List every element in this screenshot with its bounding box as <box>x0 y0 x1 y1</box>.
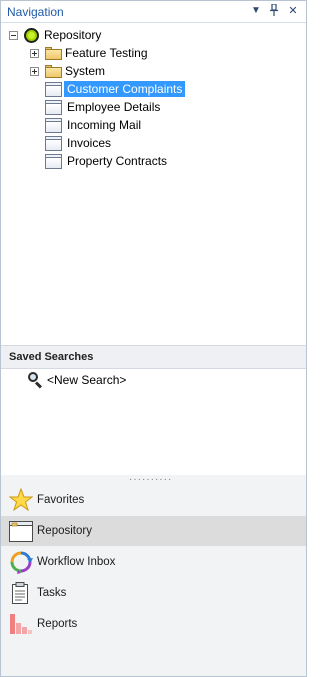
document-class-icon <box>45 153 62 169</box>
search-icon <box>27 372 43 389</box>
pin-icon-glyph <box>270 3 278 16</box>
tree-node-invoices[interactable]: Invoices <box>45 134 114 152</box>
document-class-icon <box>45 99 62 115</box>
close-icon[interactable]: ✕ <box>286 4 300 18</box>
pane-splitter[interactable]: ·········· <box>1 475 306 485</box>
repository-window-icon <box>9 519 33 543</box>
tree-node-label: System <box>65 64 106 78</box>
repository-icon <box>24 27 39 43</box>
navigation-panel: Navigation ▼ ✕ Repository Feature Testin… <box>0 0 307 677</box>
tree-node-label: Feature Testing <box>65 46 148 60</box>
saved-search-new[interactable]: <New Search> <box>27 371 129 389</box>
repository-tree: Repository Feature Testing System Custom… <box>1 23 306 345</box>
navigation-pane-buttons: Favorites Repository Workflow Inbox Task… <box>1 485 306 676</box>
nav-item-label: Reports <box>37 618 78 630</box>
bar-chart-icon <box>9 612 33 636</box>
tree-node-incoming-mail[interactable]: Incoming Mail <box>45 116 144 134</box>
tree-node-label: Repository <box>44 28 102 42</box>
document-class-icon <box>45 117 62 133</box>
dropdown-icon[interactable]: ▼ <box>249 4 263 18</box>
nav-item-label: Favorites <box>37 494 85 506</box>
expand-icon[interactable] <box>30 48 39 58</box>
saved-searches-header: Saved Searches <box>1 345 306 369</box>
pin-icon[interactable] <box>267 3 281 18</box>
tree-node-label: Invoices <box>67 136 112 150</box>
splitter-grip-icon: ·········· <box>129 474 173 485</box>
clipboard-icon <box>9 581 33 605</box>
nav-item-favorites[interactable]: Favorites <box>1 485 306 515</box>
tree-node-customer-complaints[interactable]: Customer Complaints <box>45 80 186 98</box>
panel-title: Navigation <box>7 5 64 19</box>
tree-node-label: Incoming Mail <box>67 118 142 132</box>
tree-node-label: Property Contracts <box>67 154 168 168</box>
star-icon <box>8 487 34 512</box>
nav-item-label: Workflow Inbox <box>37 556 116 568</box>
tree-node-repository[interactable]: Repository <box>9 26 104 44</box>
tree-node-employee-details[interactable]: Employee Details <box>45 98 163 116</box>
folder-icon <box>45 46 62 60</box>
nav-item-repository[interactable]: Repository <box>1 516 306 546</box>
tree-node-property-contracts[interactable]: Property Contracts <box>45 152 170 170</box>
nav-item-label: Repository <box>37 525 92 537</box>
document-class-icon <box>45 81 62 97</box>
saved-searches-title: Saved Searches <box>9 351 94 363</box>
tree-node-system[interactable]: System <box>30 62 108 80</box>
panel-titlebar: Navigation ▼ ✕ <box>1 1 306 23</box>
tree-node-label: Employee Details <box>67 100 161 114</box>
tree-node-label: Customer Complaints <box>64 81 186 97</box>
saved-search-label: <New Search> <box>47 373 127 387</box>
saved-searches-list: <New Search> <box>1 369 306 475</box>
collapse-icon[interactable] <box>9 30 18 40</box>
expand-icon[interactable] <box>30 66 39 76</box>
nav-item-reports[interactable]: Reports <box>1 609 306 639</box>
nav-item-workflow-inbox[interactable]: Workflow Inbox <box>1 547 306 577</box>
document-class-icon <box>45 135 62 151</box>
tree-node-feature-testing[interactable]: Feature Testing <box>30 44 151 62</box>
folder-icon <box>45 64 62 78</box>
nav-item-tasks[interactable]: Tasks <box>1 578 306 608</box>
workflow-icon <box>9 550 33 574</box>
nav-item-label: Tasks <box>37 587 67 599</box>
